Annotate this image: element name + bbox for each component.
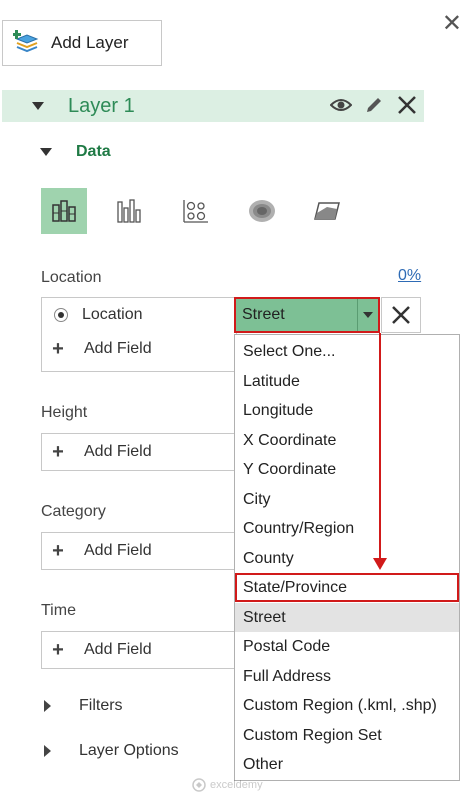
category-field-box: + Add Field bbox=[41, 532, 237, 570]
close-icon bbox=[392, 306, 410, 324]
height-section-label: Height bbox=[41, 404, 88, 421]
radio-selected-icon[interactable] bbox=[54, 308, 68, 322]
close-icon[interactable]: ✕ bbox=[442, 12, 462, 36]
dropdown-arrow-icon[interactable] bbox=[357, 299, 378, 331]
annotation-arrow-head-icon bbox=[373, 558, 387, 570]
location-type-value: Street bbox=[242, 306, 285, 323]
layer-name: Layer 1 bbox=[68, 94, 135, 117]
dropdown-option[interactable]: City bbox=[235, 485, 459, 514]
layer-header[interactable]: Layer 1 bbox=[2, 90, 424, 122]
time-field-box: + Add Field bbox=[41, 631, 237, 669]
category-add-field-row[interactable]: + Add Field bbox=[42, 533, 236, 569]
eye-icon[interactable] bbox=[330, 97, 352, 113]
data-section-header[interactable]: Data bbox=[40, 143, 111, 161]
add-field-label: Add Field bbox=[84, 443, 152, 460]
location-type-select[interactable]: Street bbox=[234, 297, 380, 333]
dropdown-option[interactable]: Select One... bbox=[235, 337, 459, 366]
dropdown-option[interactable]: Full Address bbox=[235, 662, 459, 691]
dropdown-option[interactable]: Postal Code bbox=[235, 632, 459, 661]
watermark-text: exceldemy bbox=[210, 779, 263, 791]
time-add-field-row[interactable]: + Add Field bbox=[42, 632, 236, 668]
location-field-row[interactable]: Location bbox=[42, 298, 236, 332]
dropdown-option[interactable]: Latitude bbox=[235, 367, 459, 396]
dropdown-option[interactable]: Custom Region (.kml, .shp) bbox=[235, 691, 459, 720]
dropdown-option[interactable]: County bbox=[235, 544, 459, 573]
bubble-viz-button[interactable] bbox=[173, 188, 219, 234]
plus-icon: + bbox=[52, 337, 64, 360]
height-field-box: + Add Field bbox=[41, 433, 237, 471]
dropdown-option[interactable]: Other bbox=[235, 750, 459, 779]
location-field-box: Location + Add Field bbox=[41, 297, 237, 372]
dropdown-option-selected[interactable]: Street bbox=[235, 603, 459, 632]
bubble-icon bbox=[183, 200, 208, 223]
collapse-triangle-icon[interactable] bbox=[32, 102, 44, 110]
location-field-label: Location bbox=[82, 306, 143, 323]
location-add-field-row[interactable]: + Add Field bbox=[42, 332, 236, 366]
add-field-label: Add Field bbox=[84, 340, 152, 357]
heat-map-viz-button[interactable] bbox=[239, 188, 285, 234]
add-layer-icon bbox=[13, 29, 41, 57]
plus-icon: + bbox=[52, 638, 64, 661]
watermark-logo-icon bbox=[192, 778, 206, 792]
location-percent-link[interactable]: 0% bbox=[398, 267, 421, 285]
remove-field-button[interactable] bbox=[381, 297, 421, 333]
watermark: exceldemy bbox=[192, 778, 263, 792]
layer-options-label: Layer Options bbox=[79, 742, 179, 759]
add-layer-label: Add Layer bbox=[51, 33, 129, 52]
clustered-column-viz-button[interactable] bbox=[107, 188, 153, 234]
time-section-label: Time bbox=[41, 602, 76, 619]
dropdown-option[interactable]: X Coordinate bbox=[235, 426, 459, 455]
dropdown-option-highlighted[interactable]: State/Province bbox=[235, 573, 459, 602]
add-layer-button[interactable]: Add Layer bbox=[2, 20, 162, 66]
clustered-column-icon bbox=[117, 199, 141, 223]
category-section-label: Category bbox=[41, 503, 106, 520]
height-add-field-row[interactable]: + Add Field bbox=[42, 434, 236, 470]
expand-triangle-icon bbox=[44, 745, 51, 757]
annotation-arrow-line bbox=[379, 333, 381, 561]
collapse-triangle-icon bbox=[40, 148, 52, 156]
filters-section-header[interactable]: Filters bbox=[44, 697, 123, 715]
layer-options-section-header[interactable]: Layer Options bbox=[44, 742, 179, 760]
dropdown-option[interactable]: Longitude bbox=[235, 396, 459, 425]
location-type-dropdown-list[interactable]: Select One... Latitude Longitude X Coord… bbox=[234, 334, 460, 781]
region-viz-button[interactable] bbox=[305, 188, 351, 234]
dropdown-option[interactable]: Country/Region bbox=[235, 514, 459, 543]
plus-icon: + bbox=[52, 539, 64, 562]
stacked-column-viz-button[interactable] bbox=[41, 188, 87, 234]
pencil-icon[interactable] bbox=[364, 95, 384, 115]
add-field-label: Add Field bbox=[84, 542, 152, 559]
region-icon bbox=[314, 202, 340, 220]
dropdown-option[interactable]: Custom Region Set bbox=[235, 721, 459, 750]
plus-icon: + bbox=[52, 440, 64, 463]
location-section-label: Location bbox=[41, 269, 102, 286]
delete-layer-icon[interactable] bbox=[396, 94, 418, 116]
expand-triangle-icon bbox=[44, 700, 51, 712]
filters-label: Filters bbox=[79, 697, 123, 714]
stacked-column-icon bbox=[52, 200, 76, 222]
heat-map-icon bbox=[249, 200, 275, 222]
data-section-label: Data bbox=[76, 143, 111, 160]
dropdown-option[interactable]: Y Coordinate bbox=[235, 455, 459, 484]
add-field-label: Add Field bbox=[84, 641, 152, 658]
